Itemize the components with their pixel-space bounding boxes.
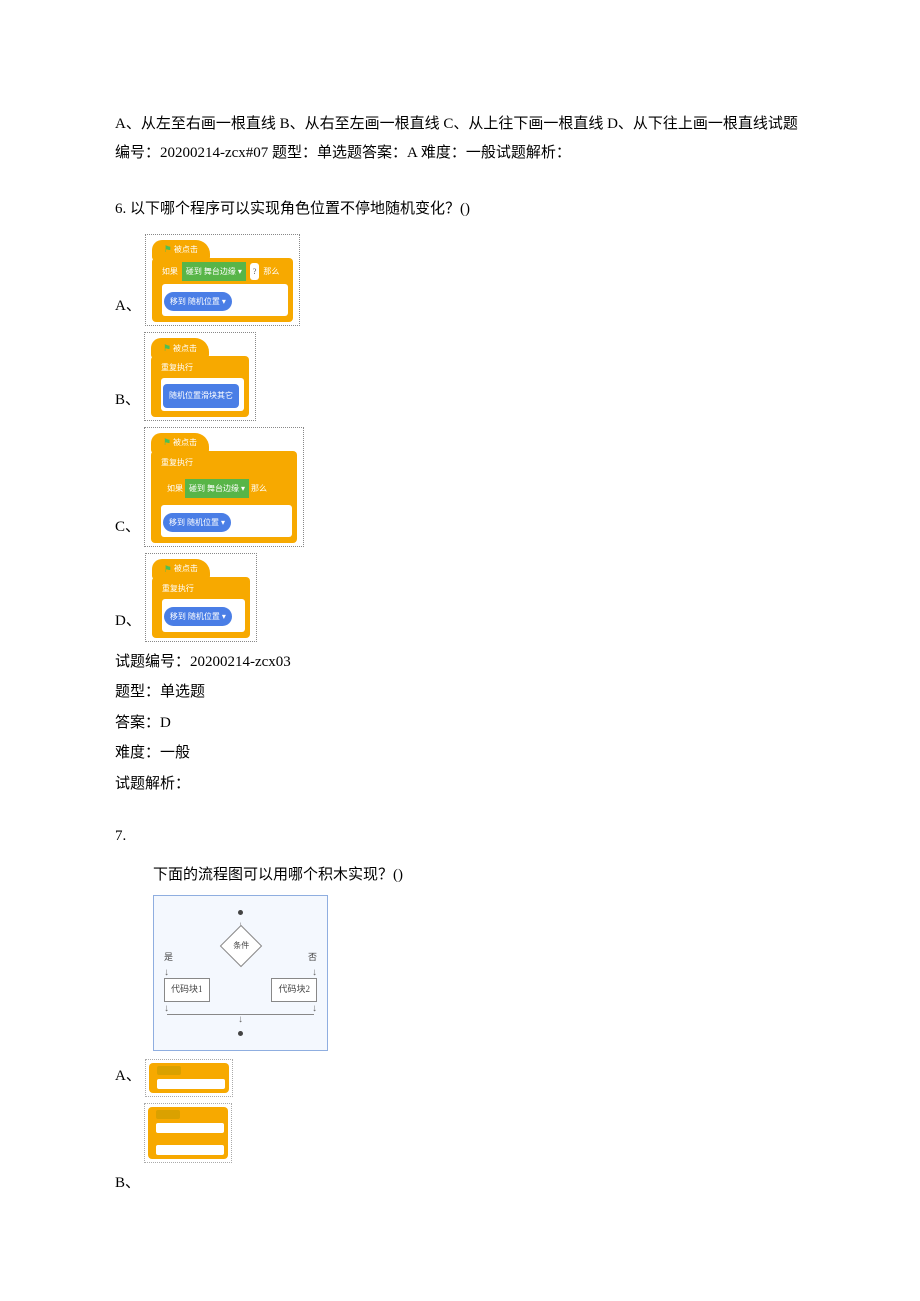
q6-option-a: A、 ⚑被点击 如果 碰到 舞台边缘 ▾ ? 那么 移到 随机位置 ▾	[115, 234, 805, 327]
q7-option-b-block: B、	[115, 1103, 805, 1163]
scratch-block-image: ⚑被点击 重复执行 移到 随机位置 ▾	[145, 553, 257, 642]
touching-pill: 碰到 舞台边缘 ▾	[185, 479, 249, 498]
flow-block2: 代码块2	[271, 978, 317, 1001]
repeat-label: 重复执行	[161, 455, 193, 470]
hat-label: 被点击	[174, 561, 198, 576]
scratch-block-image: ⚑被点击 重复执行 随机位置滑块其它	[144, 332, 256, 421]
q7-flowchart-wrapper: ↓ 条件 是 否 ↓↓ 代码块1 代码块2 ↓↓ ↓	[153, 895, 805, 1050]
touching-pill: 碰到 舞台边缘 ▾	[182, 262, 246, 281]
forever-label: 重复执行	[161, 360, 193, 375]
q6-meta-explanation: 试题解析：	[115, 770, 805, 799]
q6-meta-answer: 答案：D	[115, 709, 805, 738]
flow-block1: 代码块1	[164, 978, 210, 1001]
hat-label: 被点击	[174, 242, 198, 257]
q6-option-c: C、 ⚑被点击 重复执行 如果 碰到 舞台边缘 ▾ 那么 移到 随机位置 ▾	[115, 427, 805, 547]
q6-option-b: B、 ⚑被点击 重复执行 随机位置滑块其它	[115, 332, 805, 421]
then-label: 那么	[263, 264, 279, 279]
flowchart-image: ↓ 条件 是 否 ↓↓ 代码块1 代码块2 ↓↓ ↓	[153, 895, 328, 1050]
hat-label: 被点击	[173, 341, 197, 356]
then-label: 那么	[251, 484, 267, 493]
goto-random-slider-block: 随机位置滑块其它	[163, 384, 239, 407]
option-label: D、	[115, 607, 141, 642]
q7-option-a: A、	[115, 1059, 805, 1097]
goto-random-block: 移到 随机位置 ▾	[164, 292, 232, 311]
q7-option-b-label: B、	[115, 1169, 805, 1198]
goto-random-block: 移到 随机位置 ▾	[163, 513, 231, 532]
option-label: C、	[115, 513, 140, 548]
option-label: A、	[115, 292, 141, 327]
q6-meta-id: 试题编号：20200214-zcx03	[115, 648, 805, 677]
option-label: A、	[115, 1062, 141, 1097]
q6-option-d: D、 ⚑被点击 重复执行 移到 随机位置 ▾	[115, 553, 805, 642]
goto-random-block: 移到 随机位置 ▾	[164, 607, 232, 626]
q7-title: 下面的流程图可以用哪个积木实现？()	[153, 861, 805, 890]
flow-diamond: 条件	[219, 925, 261, 967]
scratch-block-image: ⚑被点击 重复执行 如果 碰到 舞台边缘 ▾ 那么 移到 随机位置 ▾	[144, 427, 304, 547]
hat-label: 被点击	[173, 435, 197, 450]
scratch-if-else-block-image	[144, 1103, 232, 1163]
if-label: 如果	[167, 484, 183, 493]
if-label: 如果	[162, 264, 178, 279]
q6-title: 6. 以下哪个程序可以实现角色位置不停地随机变化？()	[115, 195, 805, 224]
q6-meta-type: 题型：单选题	[115, 678, 805, 707]
scratch-block-image: ⚑被点击 如果 碰到 舞台边缘 ▾ ? 那么 移到 随机位置 ▾	[145, 234, 300, 327]
q6-meta-difficulty: 难度：一般	[115, 739, 805, 768]
forever-label: 重复执行	[162, 581, 194, 596]
scratch-if-block-image	[145, 1059, 233, 1097]
prev-question-answer-line: A、从左至右画一根直线 B、从右至左画一根直线 C、从上往下画一根直线 D、从下…	[115, 110, 805, 167]
q7-number: 7.	[115, 822, 805, 851]
option-label: B、	[115, 386, 140, 421]
